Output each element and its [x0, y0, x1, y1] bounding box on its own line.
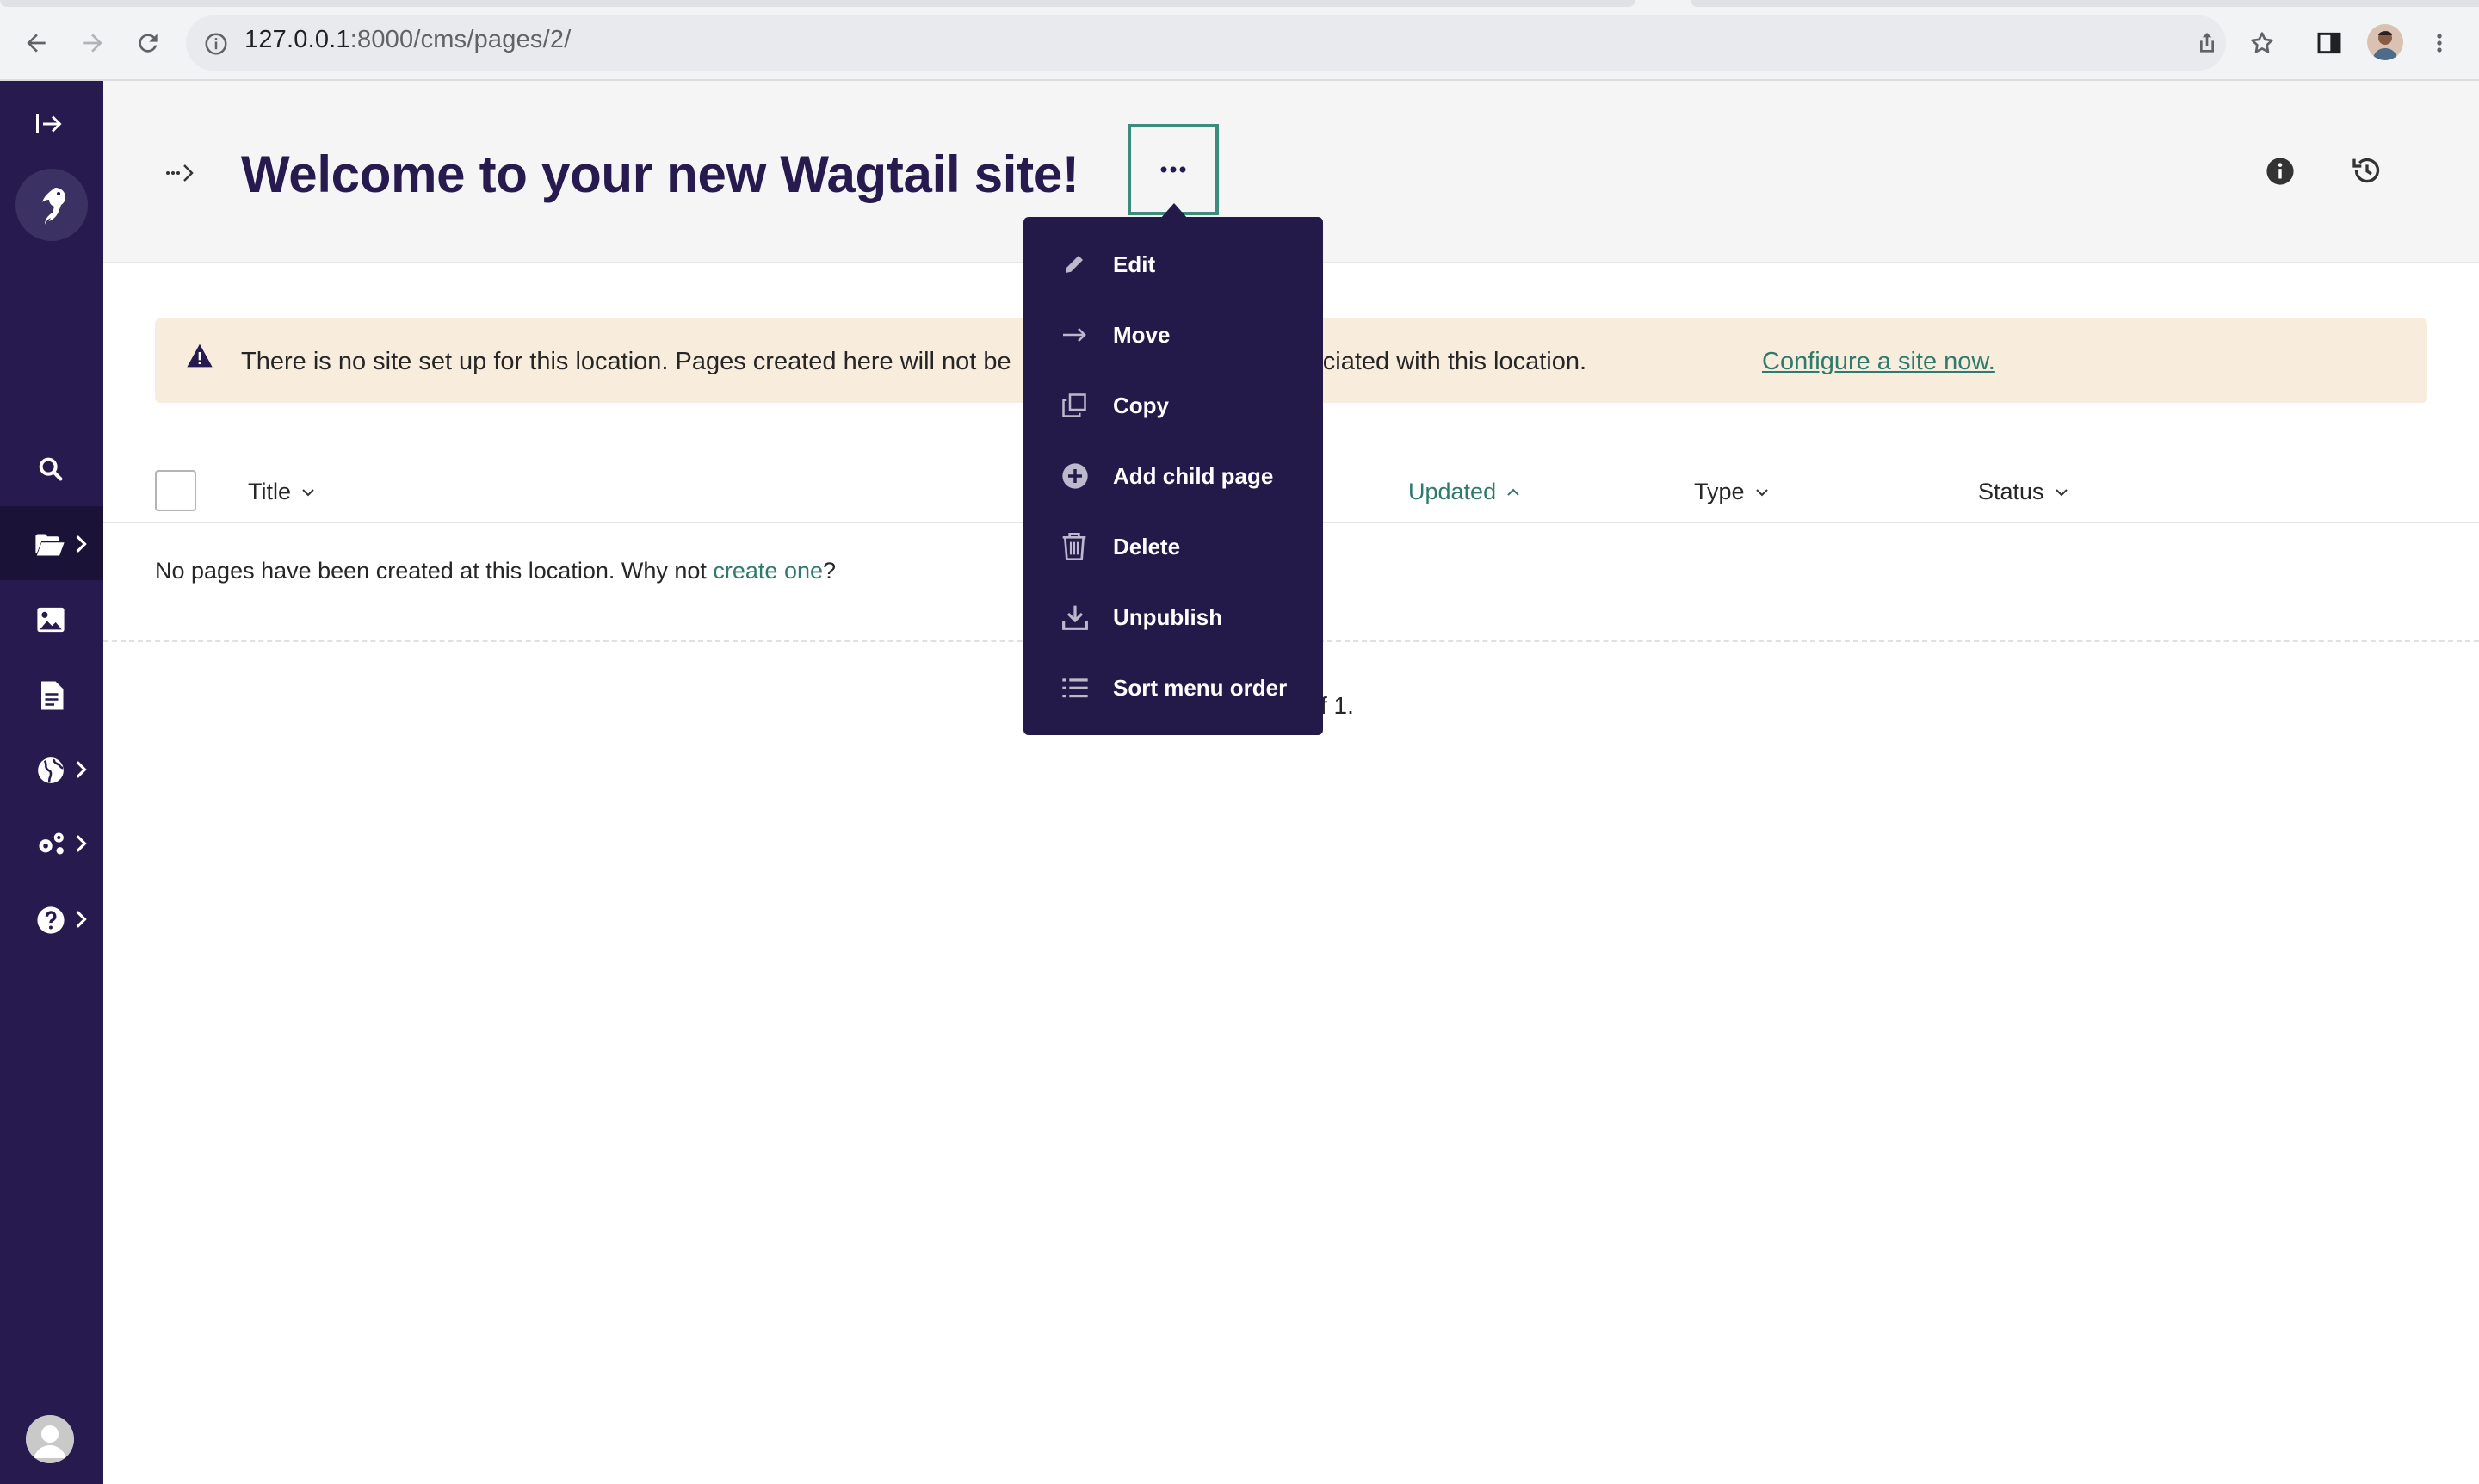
breadcrumb-toggle[interactable]	[165, 162, 196, 182]
expand-icon	[36, 114, 62, 133]
sidebar-item-documents[interactable]	[0, 656, 103, 730]
help-icon	[37, 906, 65, 934]
menu-item-label: Unpublish	[1113, 603, 1223, 630]
sidebar-item-pages[interactable]	[0, 506, 103, 580]
user-icon	[26, 1415, 74, 1463]
menu-item-copy[interactable]: Copy	[1023, 370, 1323, 441]
info-circle-icon	[2266, 158, 2294, 185]
menu-item-sort-menu-order[interactable]: Sort menu order	[1023, 652, 1323, 723]
menu-item-label: Sort menu order	[1113, 674, 1288, 701]
menu-item-label: Copy	[1113, 392, 1169, 418]
configure-site-link[interactable]: Configure a site now.	[1762, 348, 1995, 376]
menu-item-delete[interactable]: Delete	[1023, 511, 1323, 582]
breadcrumb-expand-icon	[166, 164, 194, 182]
menu-item-unpublish[interactable]: Unpublish	[1023, 582, 1323, 652]
column-type-label: Type	[1694, 479, 1745, 504]
select-all-checkbox[interactable]	[155, 470, 196, 511]
warning-text-part1: There is no site set up for this locatio…	[241, 348, 1011, 375]
forward-button[interactable]	[69, 19, 117, 67]
download-icon	[1062, 605, 1088, 630]
menu-item-label: Edit	[1113, 250, 1156, 277]
history-icon	[2352, 158, 2380, 183]
column-header-updated[interactable]: Updated	[1408, 479, 1520, 505]
dots-horizontal-icon	[1160, 166, 1186, 173]
menu-item-label: Add child page	[1113, 462, 1274, 489]
image-icon	[37, 607, 65, 633]
globe-icon	[38, 757, 64, 783]
side-panel-icon[interactable]	[2315, 29, 2343, 57]
sidebar-item-images[interactable]	[0, 582, 103, 656]
edit-icon	[1066, 256, 1083, 273]
chevron-right-icon	[76, 535, 87, 553]
arrow-right-icon	[83, 34, 102, 53]
reload-button[interactable]	[124, 19, 172, 67]
menu-item-edit[interactable]: Edit	[1023, 229, 1323, 300]
copy-icon	[1062, 393, 1086, 417]
column-header-status[interactable]: Status	[1978, 479, 2068, 505]
site-info-icon[interactable]	[203, 31, 229, 57]
column-status-label: Status	[1978, 479, 2044, 504]
menu-item-move[interactable]: Move	[1023, 300, 1323, 370]
document-icon	[41, 681, 64, 710]
share-icon[interactable]	[2193, 29, 2221, 57]
url-path: :8000/cms/pages/2/	[349, 26, 572, 53]
arrow-right-icon	[1063, 328, 1086, 342]
plus-circle-icon	[1062, 463, 1088, 489]
info-button[interactable]	[2266, 157, 2295, 186]
browser-tab-strip	[0, 0, 1635, 7]
pagination-text: f 1.	[1320, 692, 1354, 719]
cogs-icon	[39, 832, 64, 855]
list-icon	[1062, 678, 1088, 698]
sidebar-item-settings[interactable]	[0, 806, 103, 880]
bin-icon	[1062, 533, 1086, 560]
column-title-label: Title	[248, 479, 292, 504]
empty-state-prefix: No pages have been created at this locat…	[155, 558, 714, 584]
bookmark-star-icon[interactable]	[2248, 29, 2276, 57]
page-actions-button[interactable]	[1128, 124, 1219, 215]
profile-avatar[interactable]	[2367, 24, 2403, 60]
warning-icon	[186, 343, 213, 368]
account-avatar[interactable]	[26, 1415, 74, 1463]
menu-item-add-child-page[interactable]: Add child page	[1023, 441, 1323, 511]
chevron-down-icon	[302, 488, 314, 496]
arrow-left-icon	[27, 34, 46, 53]
url-text[interactable]: 127.0.0.1:8000/cms/pages/2/	[244, 26, 571, 54]
wagtail-logo[interactable]	[15, 169, 88, 241]
wagtail-bird-icon	[42, 188, 65, 225]
sidebar-item-help[interactable]	[0, 881, 103, 955]
chevron-right-icon	[76, 835, 87, 852]
search-icon	[39, 457, 63, 481]
column-header-type[interactable]: Type	[1694, 479, 1769, 505]
folder-open-icon	[35, 534, 65, 556]
page-title: Welcome to your new Wagtail site!	[241, 145, 1079, 203]
person-icon	[2372, 31, 2398, 60]
browser-tab-strip	[1691, 0, 2479, 7]
sidebar-toggle-button[interactable]	[34, 110, 65, 138]
url-host: 127.0.0.1	[244, 26, 350, 53]
create-page-link[interactable]: create one	[713, 558, 823, 584]
sidebar-item-sites[interactable]	[0, 732, 103, 806]
reload-icon	[139, 34, 158, 53]
browser-menu-icon[interactable]	[2429, 29, 2450, 57]
back-button[interactable]	[12, 19, 60, 67]
chevron-right-icon	[76, 761, 87, 778]
chevron-up-icon	[1507, 488, 1519, 496]
menu-item-label: Delete	[1113, 533, 1181, 560]
empty-state-suffix: ?	[823, 558, 837, 584]
warning-text: There is no site set up for this locatio…	[241, 348, 1586, 376]
chevron-down-icon	[2055, 488, 2068, 496]
empty-state-message: No pages have been created at this locat…	[155, 558, 836, 584]
column-header-title[interactable]: Title	[248, 479, 315, 505]
menu-item-label: Move	[1113, 321, 1171, 348]
chevron-down-icon	[1755, 488, 1768, 496]
sidebar-item-search[interactable]	[0, 430, 103, 504]
history-button[interactable]	[2350, 153, 2384, 188]
chevron-right-icon	[76, 911, 87, 928]
column-updated-label: Updated	[1408, 479, 1497, 504]
